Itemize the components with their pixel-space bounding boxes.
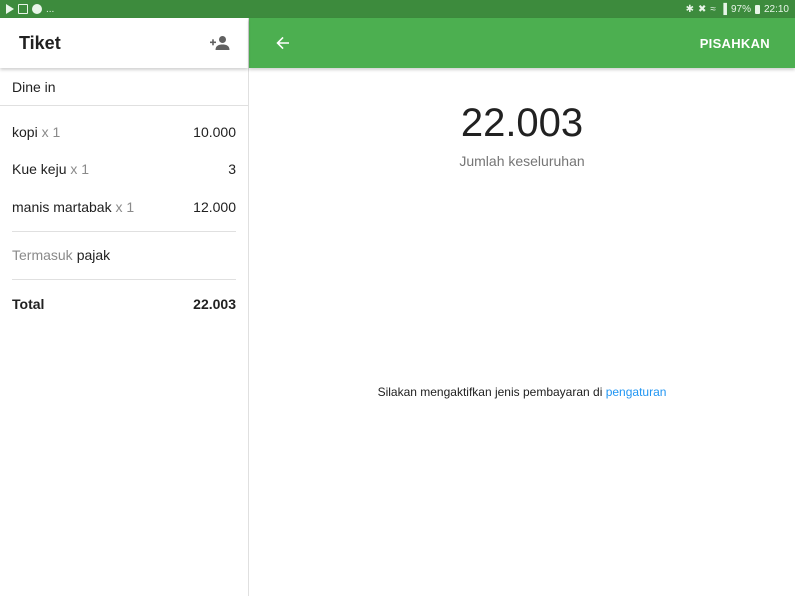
battery-icon (754, 4, 760, 14)
skype-icon (32, 4, 42, 14)
item-name-wrap: manis martabak x 1 (12, 199, 134, 215)
tax-name: pajak (76, 247, 111, 263)
more-notifications: ... (46, 3, 55, 15)
list-item[interactable]: manis martabak x 1 12.000 (12, 188, 236, 226)
list-item[interactable]: kopi x 1 10.000 (12, 113, 236, 151)
battery-level: 97% (730, 3, 751, 15)
settings-link[interactable]: pengaturan (606, 385, 667, 399)
add-person-icon[interactable] (210, 35, 230, 51)
payment-notice: Silakan mengaktifkan jenis pembayaran di… (249, 385, 795, 399)
bluetooth-icon: ✱ (685, 3, 694, 15)
wifi-icon: ≈ (710, 3, 716, 15)
list-item[interactable]: Kue keju x 1 3 (12, 151, 236, 189)
item-price: 12.000 (193, 198, 236, 215)
item-price: 3 (228, 161, 236, 178)
item-name: Kue keju (12, 161, 67, 178)
item-qty: x 1 (41, 123, 61, 140)
clock: 22:10 (763, 3, 789, 15)
total-label: Total (12, 295, 45, 312)
total-value: 22.003 (193, 295, 236, 312)
item-qty: x 1 (115, 198, 135, 215)
item-name: kopi (12, 123, 38, 140)
tax-row: Termasuk pajak (0, 232, 248, 279)
item-price: 10.000 (193, 123, 236, 140)
ticket-panel: Tiket Dine in kopi x 1 10.000 Kue keju x… (0, 18, 249, 596)
item-name-wrap: kopi x 1 (12, 124, 60, 140)
total-row: Total 22.003 (0, 280, 248, 328)
total-amount: 22.003 (460, 101, 584, 145)
back-arrow-icon[interactable] (275, 35, 291, 51)
split-button[interactable]: PISAHKAN (700, 36, 770, 51)
payment-panel: PISAHKAN 22.003 Jumlah keseluruhan Silak… (249, 18, 795, 596)
ticket-items: kopi x 1 10.000 Kue keju x 1 3 manis mar… (0, 113, 248, 226)
item-qty: x 1 (70, 161, 90, 178)
dine-option[interactable]: Dine in (0, 68, 248, 106)
item-name-wrap: Kue keju x 1 (12, 161, 89, 177)
ticket-title: Tiket (19, 32, 61, 53)
tax-prefix: Termasuk (12, 247, 73, 263)
total-amount-label: Jumlah keseluruhan (459, 153, 585, 169)
flipboard-icon (18, 4, 28, 14)
play-store-icon (6, 4, 14, 14)
status-bar-left: ... (6, 4, 54, 15)
item-name: manis martabak (12, 198, 112, 215)
ticket-header: Tiket (0, 18, 248, 68)
status-bar: ... ✱ ✖ ≈ ▐ 97% 22:10 (0, 0, 795, 18)
signal-icon: ▐ (719, 3, 727, 15)
notice-text: Silakan mengaktifkan jenis pembayaran di (377, 385, 603, 399)
mute-icon: ✖ (697, 3, 707, 15)
payment-toolbar: PISAHKAN (249, 18, 795, 68)
status-bar-right: ✱ ✖ ≈ ▐ 97% 22:10 (686, 4, 789, 15)
